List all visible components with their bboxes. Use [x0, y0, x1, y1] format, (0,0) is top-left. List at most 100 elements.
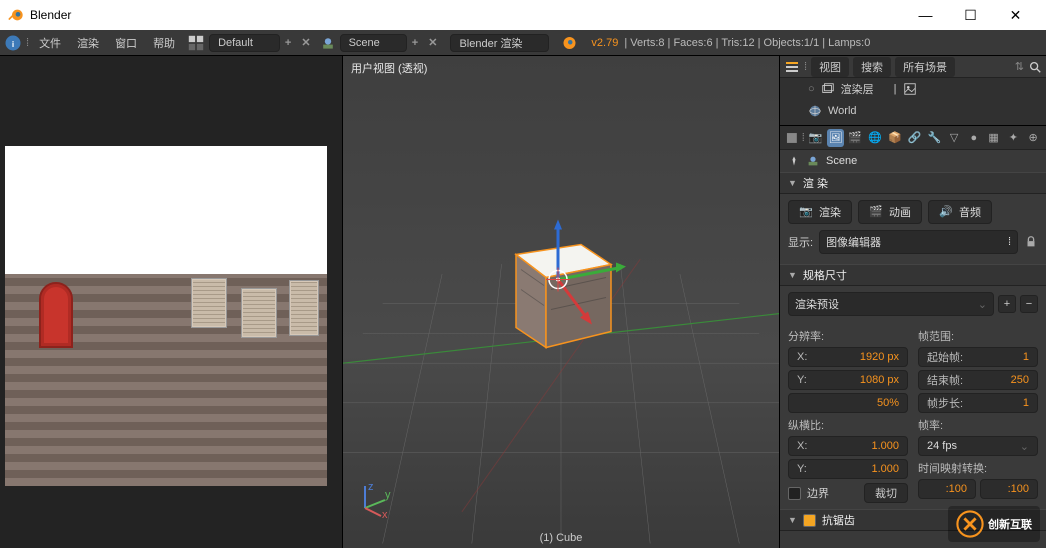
audio-button[interactable]: 🔊音频 [928, 200, 992, 224]
pin-icon[interactable] [788, 155, 800, 167]
render-button[interactable]: 📷渲染 [788, 200, 852, 224]
shutter-1 [191, 278, 227, 328]
maximize-button[interactable]: ☐ [948, 0, 993, 30]
display-label: 显示: [788, 234, 813, 250]
tab-texture-icon[interactable]: ▦ [985, 129, 1003, 147]
res-pct-field[interactable]: 50% [788, 393, 908, 413]
remap-label: 时间映射转换: [918, 460, 1038, 476]
render-engine-dropdown[interactable]: Blender 渲染 [450, 34, 549, 52]
frame-step-field[interactable]: 帧步长:1 [918, 393, 1038, 413]
watermark: 创新互联 [948, 506, 1040, 542]
remap-new-field[interactable]: :100 [980, 479, 1038, 499]
lock-icon[interactable] [1024, 235, 1038, 249]
tab-modifiers-icon[interactable]: 🔧 [925, 129, 943, 147]
titlebar: Blender — ☐ ✕ [0, 0, 1046, 30]
framerate-label: 帧率: [918, 417, 1038, 433]
image-editor-area[interactable] [0, 56, 342, 548]
outliner: ⁞ 视图 搜索 所有场景 ⇅ ○ 渲染层 | World [780, 56, 1046, 126]
close-button[interactable]: ✕ [993, 0, 1038, 30]
stats-label: | Verts:8 | Faces:6 | Tris:12 | Objects:… [624, 37, 870, 49]
outliner-icon[interactable] [784, 59, 800, 75]
aa-checkbox[interactable] [803, 514, 816, 527]
svg-text:x: x [382, 509, 388, 518]
watermark-icon [956, 510, 984, 538]
outliner-tab-search[interactable]: 搜索 [853, 57, 891, 77]
resolution-label: 分辨率: [788, 328, 908, 344]
preset-add[interactable]: + [998, 295, 1016, 313]
tab-physics-icon[interactable]: ⊕ [1024, 129, 1042, 147]
crop-button[interactable]: 裁切 [864, 483, 908, 503]
scene-add[interactable]: + [407, 35, 423, 51]
aspect-y-field[interactable]: Y:1.000 [788, 459, 908, 479]
cube-object[interactable] [496, 220, 626, 370]
res-x-field[interactable]: X:1920 px [788, 347, 908, 367]
outliner-item-world[interactable]: World [780, 100, 1046, 122]
layout-add[interactable]: + [280, 35, 296, 51]
animation-button[interactable]: 🎬动画 [858, 200, 922, 224]
menu-window[interactable]: 窗口 [107, 32, 145, 54]
layout-icon[interactable] [187, 34, 205, 52]
menu-help[interactable]: 帮助 [145, 32, 183, 54]
menu-file[interactable]: 文件 [31, 32, 69, 54]
outliner-tab-all[interactable]: 所有场景 [895, 57, 955, 77]
shutter-2 [241, 288, 277, 338]
tab-data-icon[interactable]: ▽ [945, 129, 963, 147]
aspect-label: 纵横比: [788, 417, 908, 433]
menu-render[interactable]: 渲染 [69, 32, 107, 54]
tab-constraints-icon[interactable]: 🔗 [906, 129, 924, 147]
world-icon [808, 104, 822, 118]
tab-material-icon[interactable]: ● [965, 129, 983, 147]
blender-logo-icon [8, 7, 24, 23]
axis-widget: z y x [355, 480, 393, 518]
fps-combo[interactable]: 24 fps⌄ [918, 436, 1038, 456]
panel-dims-header[interactable]: ▼规格尺寸 [780, 264, 1046, 286]
svg-text:z: z [368, 481, 374, 493]
preset-remove[interactable]: − [1020, 295, 1038, 313]
texture-preview [5, 146, 327, 486]
breadcrumb: Scene [780, 150, 1046, 172]
minimize-button[interactable]: — [903, 0, 948, 30]
door-graphic [39, 282, 73, 348]
display-combo[interactable]: 图像编辑器⁞ [819, 230, 1018, 254]
version-label: v2.79 [591, 37, 618, 49]
border-checkbox[interactable] [788, 487, 801, 500]
info-orb-icon[interactable]: i [4, 34, 22, 52]
object-name-label: (1) Cube [540, 532, 583, 544]
render-preset-combo[interactable]: 渲染预设⌄ [788, 292, 994, 316]
tab-object-icon[interactable]: 📦 [886, 129, 904, 147]
start-frame-field[interactable]: 起始帧:1 [918, 347, 1038, 367]
window-title: Blender [30, 8, 903, 22]
property-tabs: ⁞ 📷 🖼 🎬 🌐 📦 🔗 🔧 ▽ ● ▦ ✦ ⊕ [780, 126, 1046, 150]
outliner-tab-view[interactable]: 视图 [811, 57, 849, 77]
framerange-label: 帧范围: [918, 328, 1038, 344]
aspect-x-field[interactable]: X:1.000 [788, 436, 908, 456]
scene-icon [320, 35, 336, 51]
end-frame-field[interactable]: 结束帧:250 [918, 370, 1038, 390]
props-icon[interactable] [784, 130, 800, 146]
outliner-item-renderlayers[interactable]: ○ 渲染层 | [780, 78, 1046, 100]
blender-small-icon [559, 34, 577, 52]
panel-render-header[interactable]: ▼渲 染 [780, 172, 1046, 194]
breadcrumb-scene[interactable]: Scene [826, 155, 857, 167]
search-icon[interactable] [1028, 60, 1042, 74]
renderlayers-icon [821, 82, 835, 96]
remap-old-field[interactable]: :100 [918, 479, 976, 499]
tab-particles-icon[interactable]: ✦ [1005, 129, 1023, 147]
svg-text:y: y [385, 489, 391, 501]
tab-scene-icon[interactable]: 🎬 [846, 129, 864, 147]
window-controls: — ☐ ✕ [903, 0, 1038, 30]
image-icon[interactable] [903, 82, 917, 96]
res-y-field[interactable]: Y:1080 px [788, 370, 908, 390]
scene-dropdown[interactable]: Scene [340, 34, 407, 52]
svg-text:i: i [12, 39, 14, 48]
layout-dropdown[interactable]: Default [209, 34, 280, 52]
3d-viewport[interactable]: 用户视图 (透视) z y [342, 56, 780, 548]
scene-remove[interactable]: ✕ [423, 34, 442, 51]
tab-renderlayers-icon[interactable]: 🖼 [827, 129, 845, 147]
tab-world-icon[interactable]: 🌐 [866, 129, 884, 147]
tab-render-icon[interactable]: 📷 [807, 129, 825, 147]
shutter-3 [289, 280, 319, 336]
scene-small-icon [806, 154, 820, 168]
menu-arrow-icon[interactable]: ⁞ [26, 37, 29, 49]
layout-remove[interactable]: ✕ [296, 34, 315, 51]
